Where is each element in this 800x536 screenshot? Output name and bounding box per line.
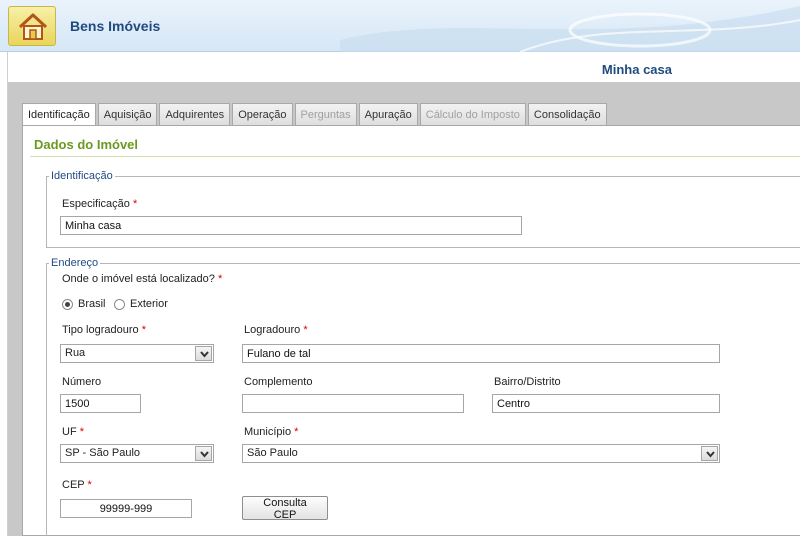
tab-aquisicao[interactable]: Aquisição [97, 103, 158, 125]
radio-brasil-label[interactable]: Brasil [78, 298, 106, 310]
document-title: Minha casa [601, 62, 672, 77]
chevron-down-icon[interactable] [701, 446, 718, 461]
tipo-logradouro-value: Rua [65, 347, 86, 359]
app-header: Bens Imóveis [0, 0, 800, 52]
left-gutter [0, 52, 8, 536]
numero-label: Número [62, 376, 102, 388]
tab-identificacao[interactable]: Identificação [22, 103, 96, 126]
numero-input[interactable] [60, 394, 141, 413]
consulta-cep-button[interactable]: Consulta CEP [242, 496, 328, 521]
tab-perguntas: Perguntas [294, 103, 357, 125]
chevron-down-icon[interactable] [195, 346, 212, 361]
header-decoration [340, 6, 800, 52]
logradouro-input[interactable] [242, 344, 720, 363]
location-question-label: Onde o imóvel está localizado? * [62, 273, 223, 285]
section-title: Dados do Imóvel [34, 137, 139, 152]
identificacao-fieldset: Identificação [46, 170, 800, 248]
tab-consolidacao[interactable]: Consolidação [527, 103, 607, 125]
cep-input[interactable] [60, 499, 192, 518]
especificacao-input[interactable] [60, 216, 522, 235]
home-button[interactable] [8, 6, 56, 46]
endereco-legend: Endereço [51, 257, 99, 269]
radio-exterior[interactable] [114, 299, 125, 310]
uf-value: SP - São Paulo [65, 447, 141, 459]
municipio-value: São Paulo [247, 447, 298, 459]
logradouro-label: Logradouro * [244, 324, 308, 336]
cep-label: CEP * [62, 479, 92, 491]
bairro-label: Bairro/Distrito [494, 376, 561, 388]
municipio-select[interactable]: São Paulo [242, 444, 720, 463]
bairro-input[interactable] [492, 394, 720, 413]
home-icon [18, 13, 48, 40]
chevron-down-icon[interactable] [195, 446, 212, 461]
title-band [8, 56, 800, 82]
tipo-logradouro-label: Tipo logradouro * [62, 324, 146, 336]
app-title: Bens Imóveis [70, 18, 161, 34]
complemento-input[interactable] [242, 394, 464, 413]
identificacao-legend: Identificação [51, 170, 113, 182]
tab-operacao[interactable]: Operação [232, 103, 293, 125]
uf-select[interactable]: SP - São Paulo [60, 444, 214, 463]
municipio-label: Município * [244, 426, 299, 438]
radio-brasil[interactable] [62, 299, 73, 310]
complemento-label: Complemento [244, 376, 313, 388]
radio-exterior-label[interactable]: Exterior [130, 298, 168, 310]
especificacao-label: Especificação * [62, 198, 138, 210]
tab-bar: Identificação Aquisição Adquirentes Oper… [22, 103, 607, 126]
uf-label: UF * [62, 426, 85, 438]
tipo-logradouro-select[interactable]: Rua [60, 344, 214, 363]
tab-calculo-do-imposto: Cálculo do Imposto [419, 103, 526, 125]
tab-adquirentes[interactable]: Adquirentes [159, 103, 231, 125]
tab-apuracao[interactable]: Apuração [358, 103, 418, 125]
section-divider [30, 156, 800, 157]
